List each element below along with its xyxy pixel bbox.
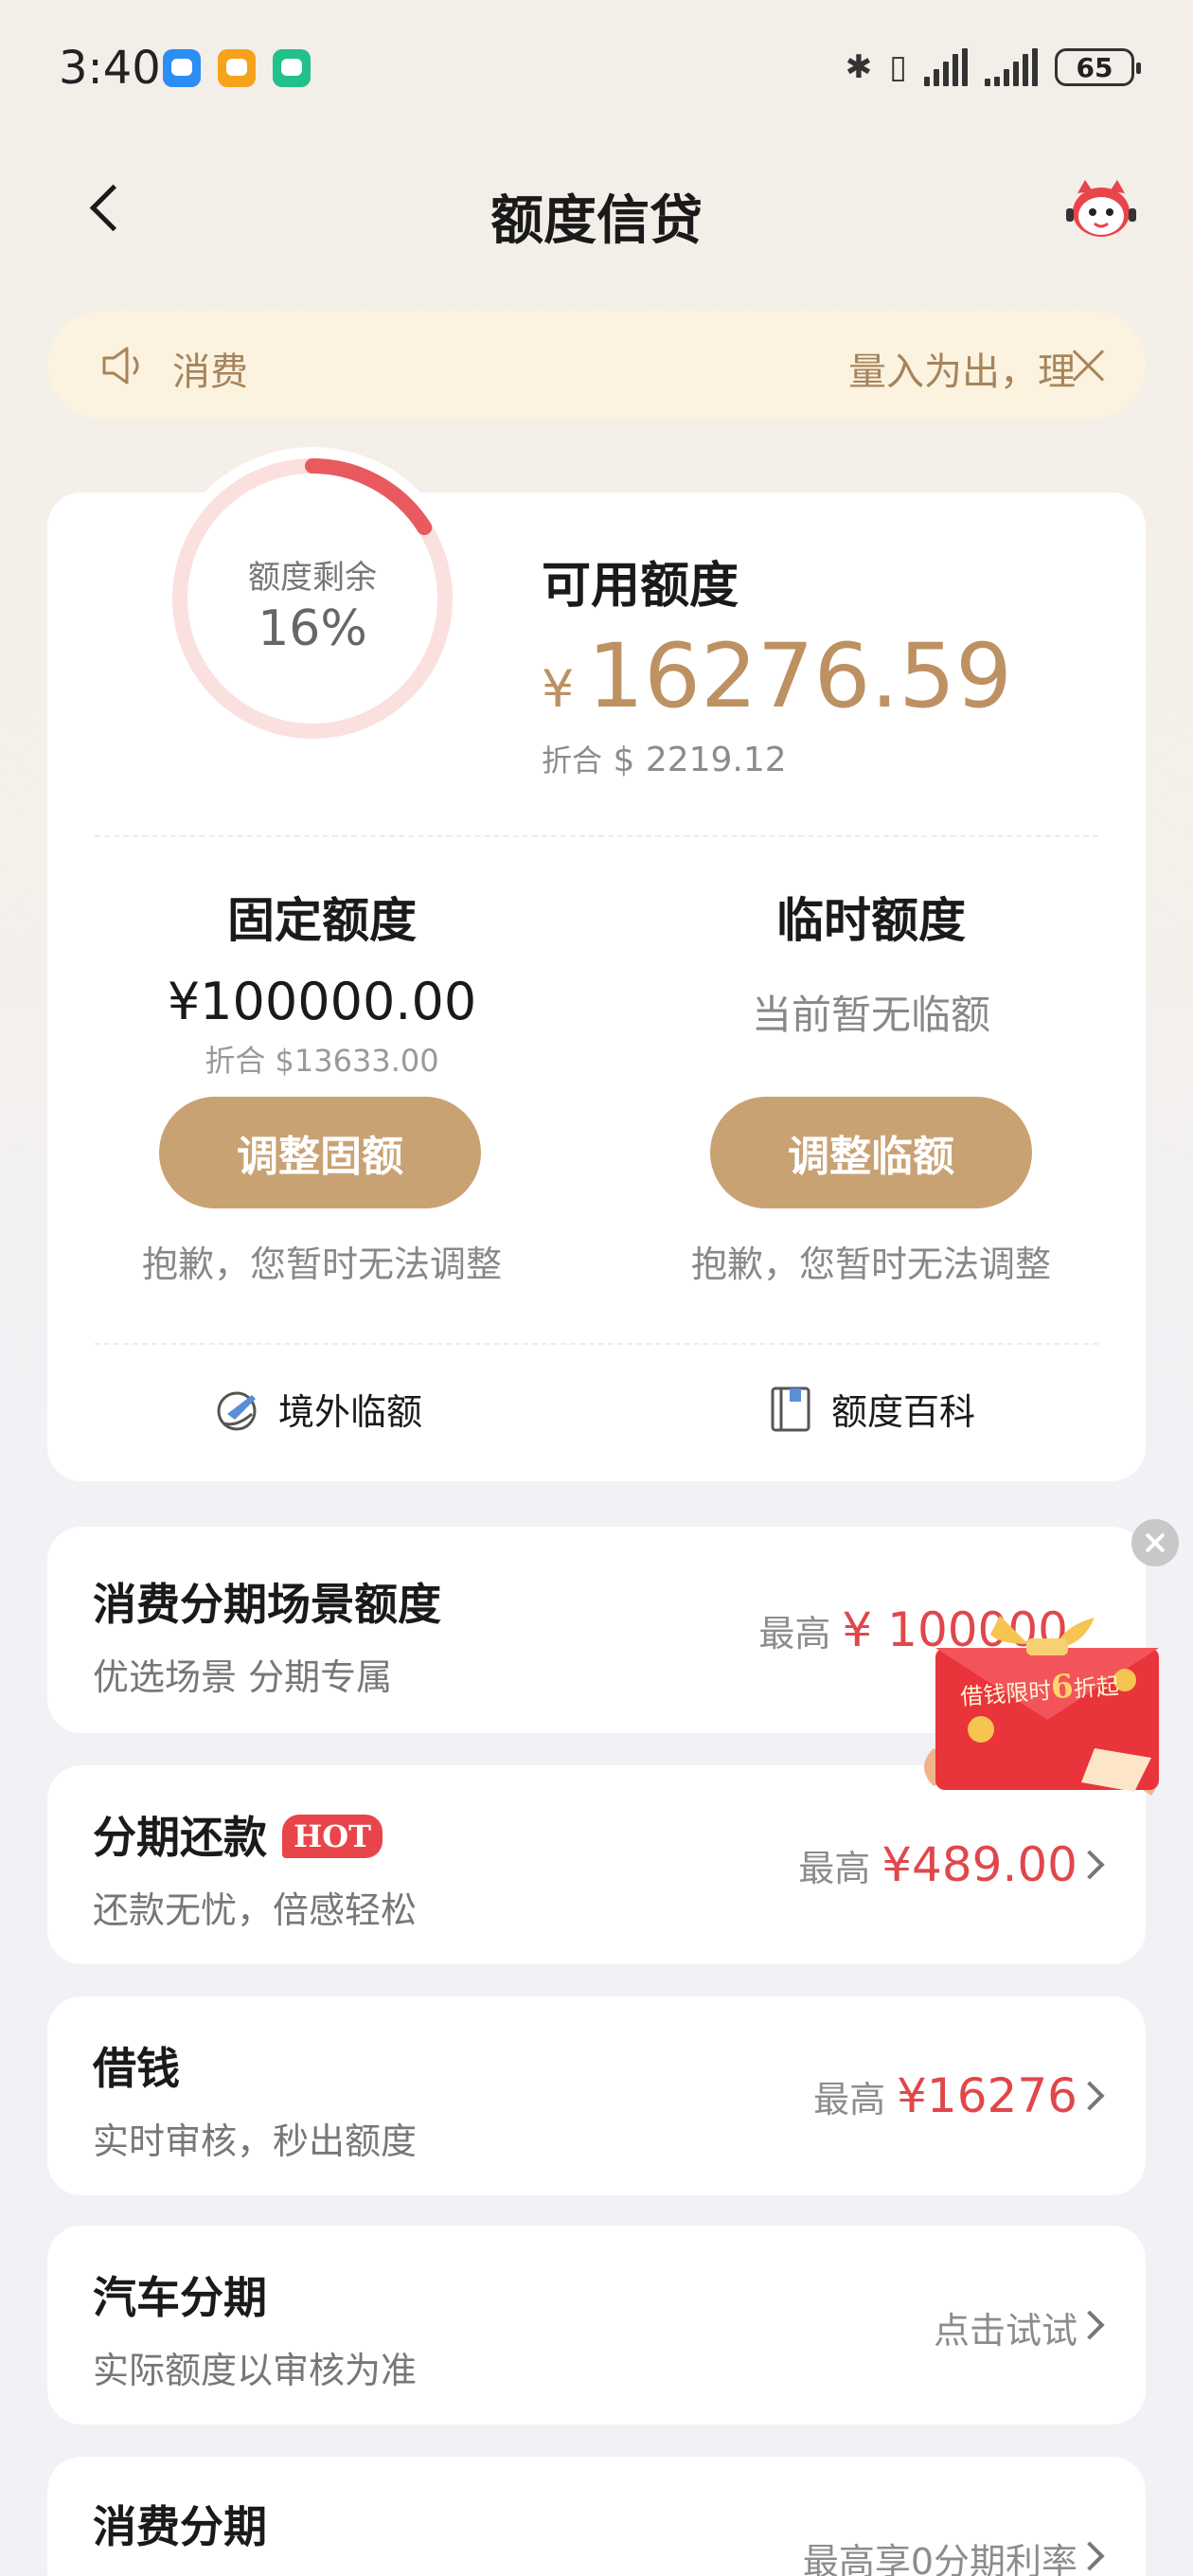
fixed-credit-amount: ¥100000.00 [167, 972, 477, 1031]
overseas-temp-credit-link[interactable]: 境外临额 [214, 1383, 422, 1435]
available-converted: 折合 $ 2219.12 [542, 737, 787, 780]
overseas-temp-credit-label: 境外临额 [278, 1391, 423, 1433]
signal-icon [924, 48, 968, 86]
battery-level: 65 [1076, 51, 1113, 83]
credit-summary-card: 额度剩余 16% 可用额度 ¥ 16276.59 折合 $ 2219.12 固定… [47, 447, 1146, 1481]
page-header: 额度信贷 [0, 161, 1193, 256]
temporary-credit-title: 临时额度 [776, 893, 966, 948]
plane-globe-icon [217, 1391, 257, 1430]
credit-encyclopedia-label: 额度百科 [831, 1391, 976, 1433]
currency-symbol: ¥ [542, 659, 575, 719]
ring-label: 额度剩余 [248, 559, 377, 597]
promo-red-envelope[interactable]: 借钱限时6折起 [915, 1606, 1184, 1809]
limit-amount: ¥489.00 [881, 1837, 1077, 1892]
product-limit: 最高 ¥489.00 [798, 1837, 1077, 1892]
vibrate-icon: ▯ [889, 48, 907, 86]
hot-badge: HOT [282, 1815, 383, 1858]
product-limit: 最高 ¥16276 [813, 2068, 1077, 2123]
fixed-credit-section: 固定额度 ¥100000.00 折合 $13633.00 [47, 883, 596, 1081]
adjust-fixed-button[interactable]: 调整固额 [159, 1097, 481, 1208]
action-text: 点击试试 [933, 2310, 1077, 2352]
remaining-ring-chart [172, 458, 453, 739]
divider [95, 1343, 1098, 1345]
available-amount-value: 16276.59 [587, 625, 1012, 728]
red-envelope-icon [924, 1616, 1159, 1796]
list-item[interactable]: 借钱 实时审核，秒出额度 最高 ¥16276 [47, 1996, 1146, 2195]
product-title: 汽车分期 [93, 2272, 267, 2323]
page-title: 额度信贷 [490, 190, 703, 252]
product-title: 借钱 [93, 2043, 180, 2094]
chevron-right-icon [1075, 2081, 1105, 2111]
fixed-adjust-note: 抱歉，您暂时无法调整 [141, 1243, 502, 1285]
action-text: 最高享0分期利率 [802, 2541, 1077, 2576]
temporary-credit-section: 临时额度 当前暂无临额 [596, 883, 1146, 1041]
temporary-credit-status: 当前暂无临额 [751, 992, 990, 1038]
close-icon[interactable] [1068, 345, 1110, 386]
speaker-icon [102, 347, 139, 385]
promo-text-num: 6 [1049, 1667, 1076, 1708]
credit-encyclopedia-link[interactable]: 额度百科 [767, 1383, 975, 1435]
notice-label: 消费 [172, 350, 248, 394]
notice-scrolling-text: 量入为出，理 [848, 350, 1076, 394]
remaining-ring: 额度剩余 16% [170, 456, 454, 741]
product-title: 消费分期 [93, 2501, 267, 2552]
limit-prefix: 最高 [758, 1613, 831, 1655]
status-time: 3:40 [59, 42, 161, 95]
message-app-icon [163, 49, 201, 87]
product-subtitle: 还款无忧，倍感轻松 [93, 1889, 418, 1931]
list-item[interactable]: 汽车分期 实际额度以审核为准 点击试试 [47, 2226, 1146, 2424]
notice-bar[interactable]: 消费 量入为出，理 [47, 311, 1146, 419]
signal-icon [985, 48, 1038, 86]
available-credit-title: 可用额度 [542, 558, 739, 615]
status-bar: 3:40 ✱ ▯ 65 [0, 0, 1193, 133]
product-action: 最高享0分期利率 [803, 2532, 1077, 2576]
assistant-mascot-icon[interactable] [1064, 176, 1138, 244]
product-title: 消费分期场景额度 [93, 1579, 441, 1630]
converted-prefix: 折合 [542, 742, 603, 778]
promo-text-post: 折起 [1072, 1673, 1120, 1703]
robot-app-icon [273, 49, 311, 87]
bluetooth-icon: ✱ [845, 48, 873, 86]
divider [95, 835, 1098, 837]
available-credit-amount: ¥ 16276.59 [542, 625, 1012, 728]
product-title: 分期还款 HOT [93, 1803, 383, 1866]
product-subtitle: 优选场景 分期专属 [93, 1656, 393, 1698]
close-icon[interactable] [1131, 1519, 1179, 1566]
ring-percent: 16% [258, 600, 367, 657]
adjust-temporary-button[interactable]: 调整临额 [710, 1097, 1032, 1208]
chevron-right-icon [1075, 2541, 1105, 2571]
chevron-right-icon [1075, 1850, 1105, 1880]
book-icon [771, 1386, 810, 1431]
list-item[interactable]: 消费分期 最高享0分期利率 [47, 2457, 1146, 2576]
fixed-credit-title: 固定额度 [227, 893, 417, 948]
limit-prefix: 最高 [813, 2079, 886, 2120]
battery-indicator: 65 [1055, 48, 1141, 86]
chevron-right-icon [1075, 2310, 1105, 2340]
temporary-adjust-note: 抱歉，您暂时无法调整 [690, 1243, 1051, 1285]
product-subtitle: 实际额度以审核为准 [93, 2350, 418, 2391]
product-title-text: 分期还款 [93, 1812, 267, 1863]
limit-amount: ¥16276 [897, 2068, 1077, 2123]
wallet-app-icon [218, 49, 256, 87]
limit-prefix: 最高 [798, 1848, 871, 1889]
product-action: 点击试试 [934, 2301, 1077, 2353]
product-subtitle: 实时审核，秒出额度 [93, 2120, 418, 2162]
promo-text-pre: 借钱限时 [959, 1677, 1053, 1710]
converted-amount: $ 2219.12 [613, 741, 787, 779]
fixed-credit-converted: 折合 $13633.00 [205, 1043, 439, 1079]
